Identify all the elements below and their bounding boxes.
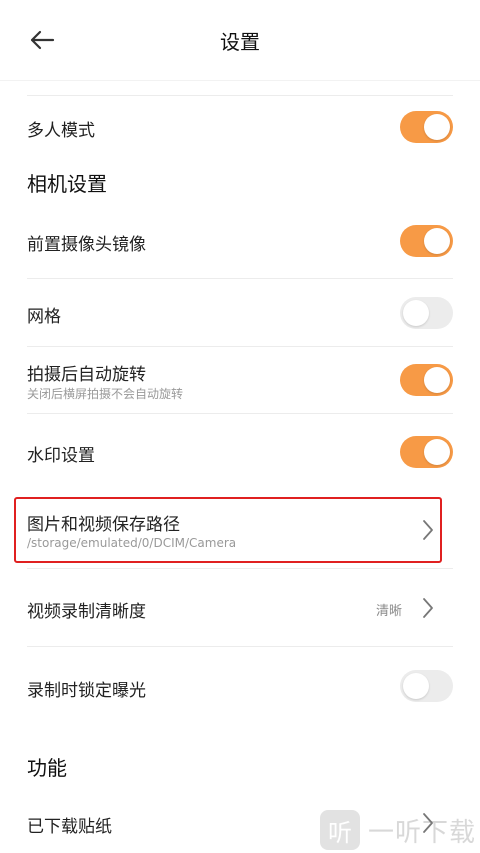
watermark-text: 一听下载: [368, 817, 477, 848]
grid-toggle[interactable]: [400, 297, 453, 329]
auto-rotate-toggle[interactable]: [400, 364, 453, 396]
toggle-knob: [403, 300, 429, 326]
front-camera-mirror-toggle[interactable]: [400, 225, 453, 257]
site-watermark: 听 一听下载: [320, 806, 476, 853]
divider: [27, 95, 453, 96]
auto-rotate-description: 关闭后横屏拍摄不会自动旋转: [27, 387, 184, 401]
divider: [27, 413, 453, 414]
lock-exposure-toggle[interactable]: [400, 670, 453, 702]
section-title-camera-settings: 相机设置: [27, 172, 107, 196]
video-quality-value: 清晰: [376, 604, 403, 619]
page-title: 设置: [220, 30, 260, 54]
toggle-knob: [403, 673, 429, 699]
downloaded-stickers-label: 已下载贴纸: [27, 817, 112, 837]
watermark-logo-icon: 听: [320, 810, 360, 850]
video-quality-label: 视频录制清晰度: [27, 602, 146, 622]
multi-person-mode-toggle[interactable]: [400, 111, 453, 143]
divider: [27, 346, 453, 347]
divider: [27, 568, 453, 569]
lock-exposure-label: 录制时锁定曝光: [27, 681, 146, 701]
auto-rotate-label: 拍摄后自动旋转: [27, 365, 146, 385]
toggle-knob: [424, 114, 450, 140]
settings-screen: 设置 多人模式 相机设置 前置摄像头镜像 网格 拍摄后自动旋转 关闭后横屏拍摄不…: [0, 0, 480, 853]
header-bar: 设置: [0, 0, 480, 81]
toggle-knob: [424, 439, 450, 465]
chevron-right-icon: [423, 598, 433, 618]
toggle-knob: [424, 228, 450, 254]
divider: [27, 646, 453, 647]
watermark-settings-toggle[interactable]: [400, 436, 453, 468]
multi-person-mode-label: 多人模式: [27, 121, 95, 141]
highlight-annotation-box: [14, 497, 442, 563]
front-camera-mirror-label: 前置摄像头镜像: [27, 235, 146, 255]
section-title-features: 功能: [27, 756, 67, 780]
divider: [27, 278, 453, 279]
grid-label: 网格: [27, 307, 61, 327]
toggle-knob: [424, 367, 450, 393]
watermark-settings-label: 水印设置: [27, 446, 95, 466]
